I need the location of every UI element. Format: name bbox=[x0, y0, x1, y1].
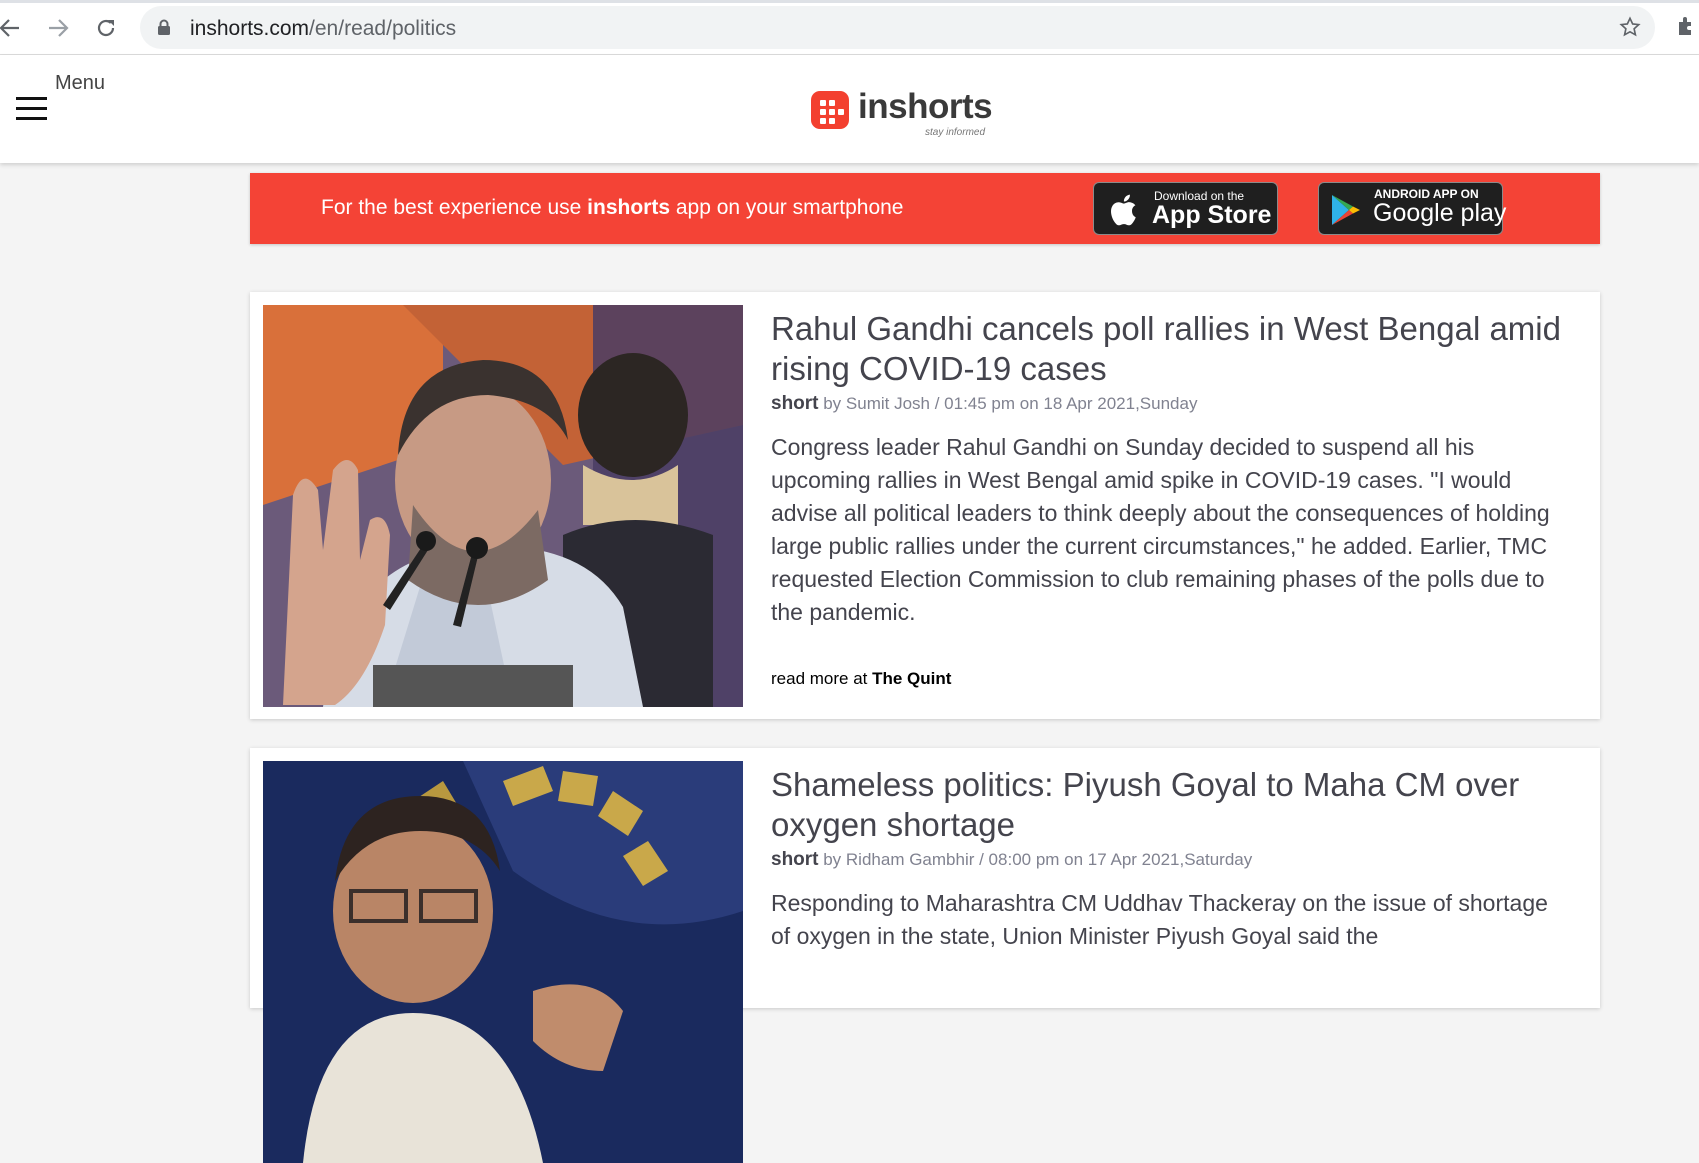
banner-message-suffix: app on your smartphone bbox=[670, 196, 904, 219]
back-arrow-icon bbox=[0, 19, 19, 37]
news-byline: by Sumit Josh / 01:45 pm on 18 Apr 2021,… bbox=[818, 394, 1198, 413]
browser-toolbar: inshorts.com/en/read/politics bbox=[0, 0, 1699, 55]
logo-tagline: stay informed bbox=[925, 127, 986, 138]
news-card: Rahul Gandhi cancels poll rallies in Wes… bbox=[250, 292, 1600, 719]
extensions-puzzle-icon[interactable] bbox=[1675, 14, 1699, 38]
reload-button[interactable] bbox=[90, 12, 122, 44]
banner-message-brand: inshorts bbox=[587, 196, 670, 219]
news-image[interactable] bbox=[263, 761, 743, 1163]
apple-icon bbox=[1111, 194, 1136, 226]
bookmark-star-icon[interactable] bbox=[1619, 16, 1641, 38]
short-label: short bbox=[771, 849, 819, 870]
news-image[interactable] bbox=[263, 305, 743, 707]
reload-icon bbox=[97, 19, 115, 37]
news-photo-illustration bbox=[263, 761, 743, 1163]
read-more-link[interactable]: read more at The Quint bbox=[771, 669, 951, 689]
news-content: Congress leader Rahul Gandhi on Sunday d… bbox=[771, 434, 1550, 625]
news-content: Responding to Maharashtra CM Uddhav Thac… bbox=[771, 890, 1548, 949]
back-button[interactable] bbox=[0, 12, 26, 44]
logo-wordmark: inshorts bbox=[858, 87, 993, 126]
address-bar[interactable]: inshorts.com/en/read/politics bbox=[140, 6, 1655, 49]
short-label: short bbox=[771, 393, 819, 414]
app-promo-banner: For the best experience use inshorts app… bbox=[250, 173, 1600, 244]
url-text[interactable]: inshorts.com/en/read/politics bbox=[190, 17, 456, 41]
news-meta: short by Ridham Gambhir / 08:00 pm on 17… bbox=[771, 849, 1561, 871]
news-headline[interactable]: Rahul Gandhi cancels poll rallies in Wes… bbox=[771, 309, 1561, 389]
google-play-button[interactable]: ANDROID APP ON Google play bbox=[1318, 182, 1507, 235]
news-byline: by Ridham Gambhir / 08:00 pm on 17 Apr 2… bbox=[818, 850, 1253, 869]
tab-strip bbox=[0, 0, 1699, 3]
hamburger-menu-icon[interactable] bbox=[16, 97, 48, 121]
app-store-button[interactable]: Download on the App Store bbox=[1093, 182, 1278, 235]
news-card-body: Shameless politics: Piyush Goyal to Maha… bbox=[771, 765, 1561, 953]
inshorts-logo[interactable]: inshorts stay informed bbox=[811, 87, 1001, 139]
banner-message: For the best experience use inshorts app… bbox=[321, 196, 903, 220]
google-play-big-text: Google play bbox=[1373, 199, 1507, 227]
menu-label[interactable]: Menu bbox=[55, 72, 105, 95]
url-domain: inshorts.com bbox=[190, 17, 310, 40]
google-play-icon bbox=[1332, 195, 1360, 225]
forward-arrow-icon bbox=[49, 19, 69, 37]
news-photo-illustration bbox=[263, 305, 743, 707]
read-more-source[interactable]: The Quint bbox=[872, 669, 951, 688]
news-headline[interactable]: Shameless politics: Piyush Goyal to Maha… bbox=[771, 765, 1561, 845]
news-meta: short by Sumit Josh / 01:45 pm on 18 Apr… bbox=[771, 393, 1561, 415]
news-card-body: Rahul Gandhi cancels poll rallies in Wes… bbox=[771, 309, 1561, 629]
site-header: Menu inshorts stay informed bbox=[0, 55, 1699, 163]
forward-button[interactable] bbox=[42, 12, 74, 44]
news-card: Shameless politics: Piyush Goyal to Maha… bbox=[250, 748, 1600, 1163]
inshorts-logo-mark-icon bbox=[811, 91, 849, 129]
read-more-prefix: read more at bbox=[771, 669, 873, 688]
app-store-big-text: App Store bbox=[1152, 201, 1272, 229]
url-path: /en/read/politics bbox=[309, 17, 457, 40]
lock-icon[interactable] bbox=[157, 19, 171, 36]
banner-message-prefix: For the best experience use bbox=[321, 196, 588, 219]
